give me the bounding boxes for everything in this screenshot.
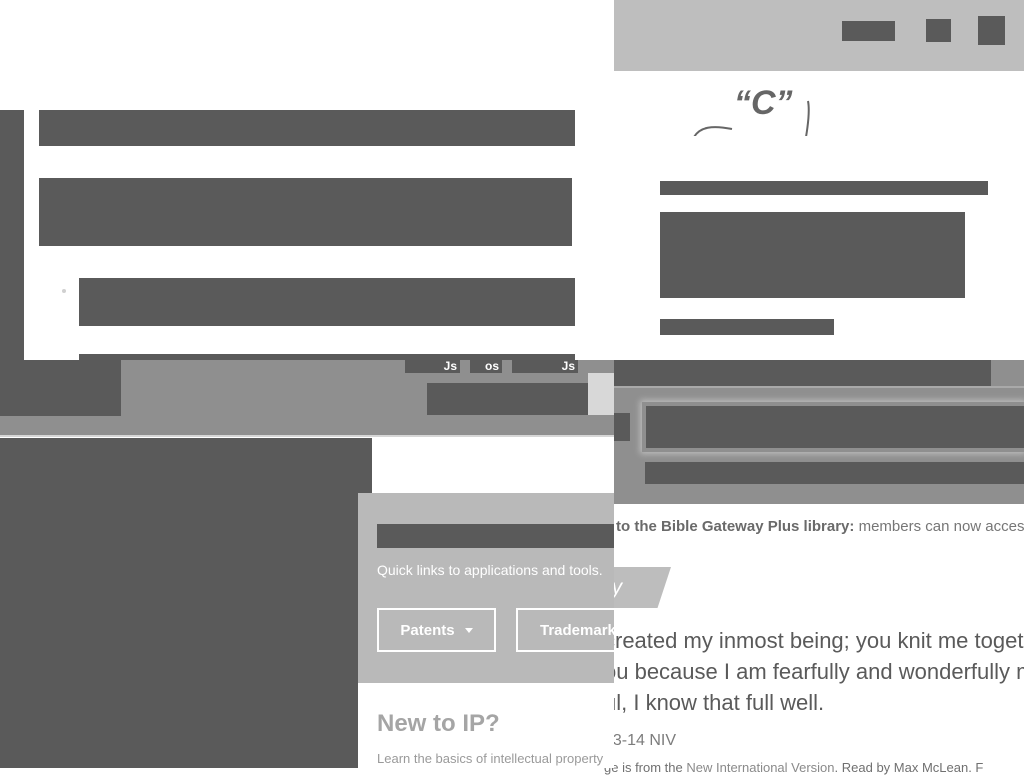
ip-learn-text[interactable]: Learn the basics of intellectual propert… bbox=[377, 751, 603, 766]
dialog-title-redacted bbox=[39, 110, 575, 146]
left-nav-band: Js os Js bbox=[0, 359, 614, 436]
patents-button-label: Patents bbox=[400, 621, 455, 639]
band-tab-3-label: Js bbox=[561, 359, 575, 373]
main-content-redacted bbox=[0, 438, 372, 768]
band-tab-2[interactable]: os bbox=[470, 359, 502, 373]
ip-subtitle: Quick links to applications and tools. bbox=[377, 562, 603, 578]
band-search-redacted[interactable] bbox=[427, 383, 588, 415]
hero-illustration-icon bbox=[693, 100, 810, 138]
trademarks-button-label: Trademarks bbox=[540, 621, 614, 639]
verse-line-3: ul, I know that full well. bbox=[604, 690, 825, 715]
ip-panel-title-redacted bbox=[377, 524, 614, 548]
promo-rest: members can now access bbox=[854, 518, 1024, 535]
bible-top-bar bbox=[614, 0, 1024, 71]
band-tab-2-label: os bbox=[484, 359, 499, 373]
dialog-body-redacted bbox=[39, 178, 572, 246]
verse-line-1: created my inmost being; you knit me tog… bbox=[604, 628, 1024, 653]
search-band-header-redacted bbox=[614, 360, 991, 386]
dialog-item-redacted[interactable] bbox=[79, 278, 575, 326]
search-input-wrapper bbox=[642, 402, 1024, 452]
search-left-control-redacted[interactable] bbox=[614, 413, 630, 441]
band-tab-1[interactable]: Js bbox=[405, 359, 460, 373]
band-logo-redacted[interactable] bbox=[0, 360, 121, 416]
menu-icon[interactable] bbox=[978, 16, 1005, 45]
trademarks-dropdown-button[interactable]: Trademarks bbox=[516, 608, 614, 652]
search-input[interactable] bbox=[646, 406, 1024, 448]
verse-reference[interactable]: 13-14 NIV bbox=[604, 732, 676, 750]
icon-button-redacted[interactable] bbox=[926, 19, 951, 42]
hero-title-redacted bbox=[660, 181, 988, 195]
nav-button-redacted[interactable] bbox=[842, 21, 895, 41]
band-right-edge bbox=[588, 373, 614, 415]
hero-text-redacted bbox=[660, 212, 965, 298]
promo-bold: to the Bible Gateway Plus library: bbox=[616, 518, 855, 535]
ip-quick-links-panel bbox=[358, 493, 614, 683]
bible-hero: “C” bbox=[614, 71, 1024, 360]
band-tab-1-label: Js bbox=[443, 359, 457, 373]
verse-line-2: ou because I am fearfully and wonderfull… bbox=[604, 659, 1024, 684]
dialog-left-edge-redacted bbox=[0, 110, 24, 360]
new-to-ip-heading: New to IP? bbox=[377, 710, 500, 737]
plus-library-promo[interactable]: to the Bible Gateway Plus library: membe… bbox=[616, 518, 1024, 535]
patents-dropdown-button[interactable]: Patents bbox=[377, 608, 496, 652]
chevron-down-icon bbox=[464, 627, 473, 633]
dialog-window bbox=[0, 0, 614, 360]
search-options-redacted[interactable] bbox=[645, 462, 1024, 484]
bible-search-band bbox=[614, 360, 1024, 504]
band-tab-3[interactable]: Js bbox=[512, 359, 578, 373]
band-divider bbox=[0, 435, 614, 437]
dialog-item-2-redacted[interactable] bbox=[79, 354, 575, 360]
bullet-icon bbox=[62, 289, 66, 293]
hero-link-redacted[interactable] bbox=[660, 319, 834, 335]
